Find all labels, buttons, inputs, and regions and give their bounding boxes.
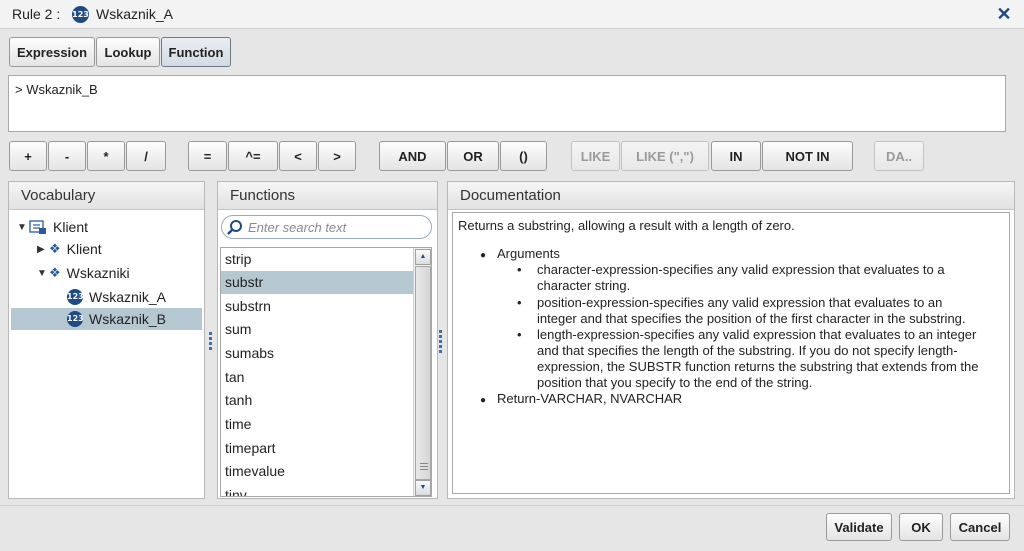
operator-like-list-button[interactable]: LIKE (",") <box>621 141 709 171</box>
tab-lookup[interactable]: Lookup <box>96 37 160 67</box>
tree-node-wskaznik-b[interactable]: 123 Wskaznik_B <box>11 308 202 330</box>
search-icon <box>227 220 242 235</box>
numeric-type-icon: 123 <box>72 6 89 23</box>
tab-expression[interactable]: Expression <box>9 37 95 67</box>
dialog-title-prefix: Rule 2 : <box>12 6 61 22</box>
close-icon[interactable]: ✕ <box>995 4 1013 24</box>
vocabulary-panel: Vocabulary ▼ Klient ▶ ❖ Klient ▼ ❖ Wskaz… <box>8 181 205 499</box>
tree-node-wskazniki[interactable]: ▼ ❖ Wskazniki <box>37 262 130 284</box>
operator-multiply-button[interactable]: * <box>87 141 125 171</box>
doc-arguments-label: Arguments <box>497 246 560 261</box>
doc-arg-line: position that you specify to the end of … <box>537 375 813 390</box>
list-item-selected[interactable]: substr <box>221 271 413 294</box>
category-icon: ❖ <box>49 241 61 256</box>
expression-text: > Wskaznik_B <box>15 82 98 97</box>
tree-label-wskaznik-a: Wskaznik_A <box>89 289 167 305</box>
list-item[interactable]: tan <box>221 366 413 389</box>
tree-label-klient-root: Klient <box>53 219 89 235</box>
operator-in-button[interactable]: IN <box>711 141 761 171</box>
cancel-button[interactable]: Cancel <box>950 513 1010 541</box>
expression-editor[interactable]: > Wskaznik_B <box>8 75 1006 132</box>
operator-not-in-button[interactable]: NOT IN <box>762 141 853 171</box>
doc-arg-line: expression, the SUBSTR function returns … <box>537 359 979 374</box>
ok-button[interactable]: OK <box>899 513 943 541</box>
operator-equals-button[interactable]: = <box>188 141 227 171</box>
data-source-icon <box>29 220 46 234</box>
list-item[interactable]: sum <box>221 318 413 341</box>
operator-divide-button[interactable]: / <box>126 141 166 171</box>
doc-arg-line: position-expression-specifies any valid … <box>537 295 943 310</box>
operator-minus-button[interactable]: - <box>48 141 86 171</box>
doc-arg-line: and that specifies the length of the sub… <box>537 343 958 358</box>
list-item[interactable]: strip <box>221 248 413 271</box>
search-input[interactable] <box>246 218 426 236</box>
vertical-scrollbar[interactable]: ▲ ▼ <box>413 248 431 496</box>
list-item[interactable]: timevalue <box>221 460 413 483</box>
operator-plus-button[interactable]: + <box>9 141 47 171</box>
operator-date-button[interactable]: DA.. <box>874 141 924 171</box>
operator-less-than-button[interactable]: < <box>279 141 317 171</box>
functions-panel: Functions strip substr substrn sum sumab… <box>217 181 438 499</box>
documentation-header: Documentation <box>448 182 1014 210</box>
tree-node-klient-root[interactable]: ▼ Klient <box>17 216 88 238</box>
doc-arg-line: character-expression-specifies any valid… <box>537 262 945 277</box>
doc-arg-line: character string. <box>537 278 631 293</box>
tree-label-klient: Klient <box>66 241 102 257</box>
tab-function[interactable]: Function <box>161 37 231 67</box>
list-item[interactable]: time <box>221 413 413 436</box>
dialog-title-name: Wskaznik_A <box>96 6 174 22</box>
doc-arg-line: length-expression-specifies any valid ex… <box>537 327 977 342</box>
list-item[interactable]: tanh <box>221 389 413 412</box>
doc-arg-line: integer and that specifies the position … <box>537 311 966 326</box>
tree-node-wskaznik-a[interactable]: 123 Wskaznik_A <box>67 286 166 308</box>
function-search-box[interactable] <box>221 215 432 239</box>
scroll-down-arrow-icon[interactable]: ▼ <box>415 480 431 496</box>
function-list[interactable]: strip substr substrn sum sumabs tan tanh… <box>220 247 432 497</box>
functions-header: Functions <box>218 182 437 210</box>
scrollbar-thumb[interactable] <box>415 266 431 480</box>
numeric-type-icon: 123 <box>67 289 84 305</box>
tree-label-wskazniki: Wskazniki <box>66 265 130 281</box>
documentation-content: Returns a substring, allowing a result w… <box>452 212 1010 494</box>
expanded-caret-icon[interactable]: ▼ <box>17 222 29 233</box>
operator-greater-than-button[interactable]: > <box>318 141 356 171</box>
documentation-panel: Documentation Returns a substring, allow… <box>447 181 1015 499</box>
expanded-caret-icon[interactable]: ▼ <box>37 268 49 279</box>
list-item[interactable]: sumabs <box>221 342 413 365</box>
list-item[interactable]: substrn <box>221 295 413 318</box>
operator-not-equals-button[interactable]: ^= <box>228 141 278 171</box>
panel-splitter-handle[interactable] <box>209 332 213 354</box>
operator-and-button[interactable]: AND <box>379 141 446 171</box>
tree-label-wskaznik-b: Wskaznik_B <box>89 311 167 327</box>
collapsed-caret-icon[interactable]: ▶ <box>37 244 49 255</box>
scroll-up-arrow-icon[interactable]: ▲ <box>415 249 431 265</box>
numeric-type-icon: 123 <box>67 311 84 327</box>
tree-node-klient[interactable]: ▶ ❖ Klient <box>37 238 102 260</box>
dialog-titlebar: Rule 2 : 123 Wskaznik_A ✕ <box>0 0 1024 29</box>
list-item[interactable]: tinv <box>221 484 413 496</box>
operator-parentheses-button[interactable]: () <box>500 141 547 171</box>
doc-intro: Returns a substring, allowing a result w… <box>458 218 795 233</box>
validate-button[interactable]: Validate <box>826 513 892 541</box>
doc-return: Return-VARCHAR, NVARCHAR <box>497 391 683 406</box>
vocabulary-header: Vocabulary <box>9 182 204 210</box>
operator-or-button[interactable]: OR <box>447 141 499 171</box>
list-item[interactable]: timepart <box>221 437 413 460</box>
operator-like-button[interactable]: LIKE <box>571 141 620 171</box>
category-icon: ❖ <box>49 265 61 280</box>
panel-splitter-handle[interactable] <box>439 330 443 353</box>
